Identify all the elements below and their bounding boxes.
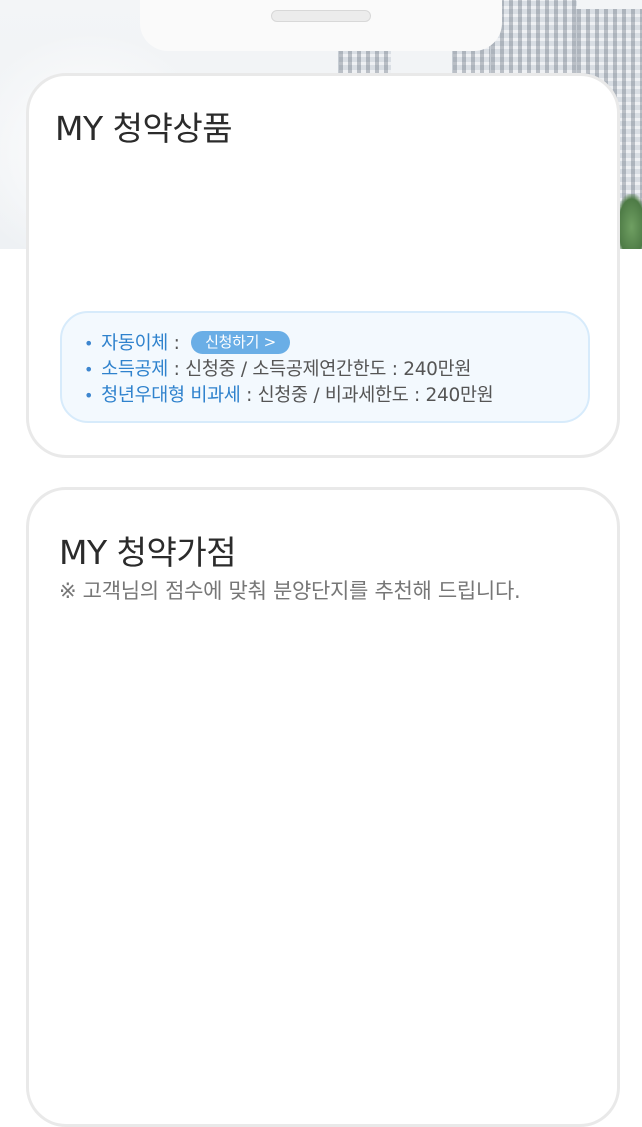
apply-auto-transfer-button[interactable]: 신청하기 >	[191, 330, 290, 354]
card-title: MY 청약상품	[55, 109, 233, 148]
youth-taxfree-label: 청년우대형 비과세	[101, 385, 241, 406]
subscription-score-card: MY 청약가점 ※ 고객님의 점수에 맞춰 분양단지를 추천해 드립니다.	[26, 487, 620, 1127]
product-info-box: • 자동이체 : 신청하기 > • 소득공제 : 신청중 / 소득공제연간한도 : …	[60, 311, 590, 423]
income-deduction-label: 소득공제	[101, 359, 169, 380]
device-notch	[140, 0, 502, 51]
auto-transfer-label: 자동이체	[101, 333, 169, 354]
youth-taxfree-value: : 신청중 / 비과세한도 : 240만원	[240, 385, 494, 406]
separator: :	[168, 333, 186, 354]
subscription-products-card: MY 청약상품 • 자동이체 : 신청하기 > • 소득공제 : 신청중 / 소득공…	[26, 73, 620, 458]
youth-taxfree-row: • 청년우대형 비과세 : 신청중 / 비과세한도 : 240만원	[84, 381, 494, 407]
notch-speaker-bar	[271, 10, 371, 22]
bullet-icon: •	[84, 386, 94, 405]
income-deduction-value: : 신청중 / 소득공제연간한도 : 240만원	[168, 359, 472, 380]
bullet-icon: •	[84, 334, 94, 353]
auto-transfer-row: • 자동이체 : 신청하기 >	[84, 329, 290, 356]
card-title: MY 청약가점	[59, 533, 237, 572]
recommendation-notice: ※ 고객님의 점수에 맞춰 분양단지를 추천해 드립니다.	[59, 579, 521, 603]
bullet-icon: •	[84, 360, 94, 379]
income-deduction-row: • 소득공제 : 신청중 / 소득공제연간한도 : 240만원	[84, 355, 471, 381]
